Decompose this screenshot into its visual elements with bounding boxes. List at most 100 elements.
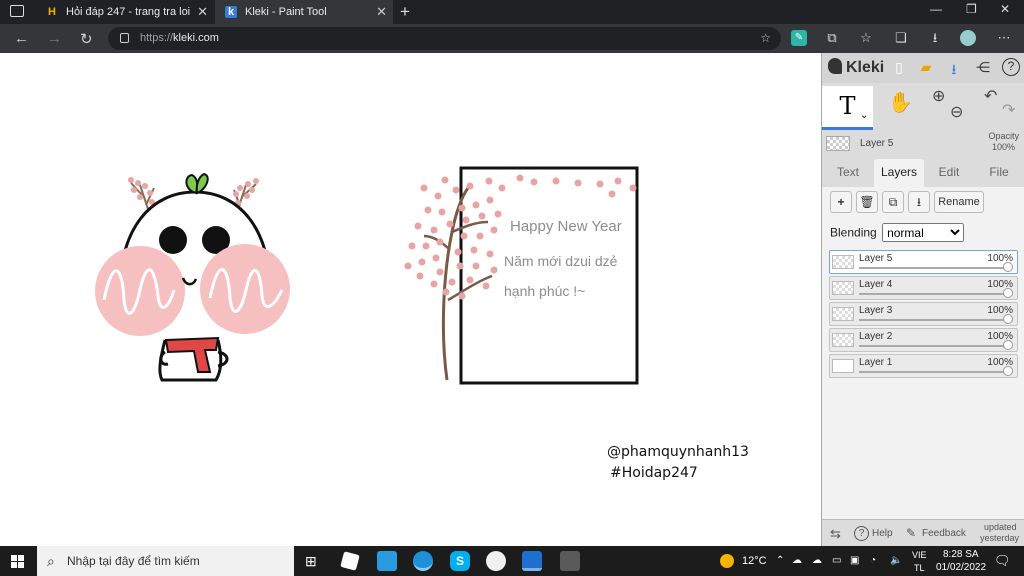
clock-date[interactable]: 01/02/2022 (936, 561, 986, 575)
minimize-icon[interactable]: — (930, 2, 942, 16)
layer-name: Layer 3 (859, 305, 893, 316)
opacity-value: 100% (991, 142, 1015, 152)
tab-layers[interactable]: Layers (874, 159, 924, 187)
language-line-2[interactable]: TL (914, 561, 925, 575)
start-windows-icon[interactable] (11, 555, 24, 568)
help-link[interactable]: Help (872, 528, 893, 539)
tab-hoidap[interactable]: H Hỏi đáp 247 - trang tra loi ✕ (36, 0, 214, 24)
slider-knob[interactable] (1003, 340, 1013, 350)
tab-kleki[interactable]: k Kleki - Paint Tool ✕ (215, 0, 393, 24)
layer-opacity-slider[interactable] (859, 319, 1009, 321)
tab-edit[interactable]: Edit (926, 159, 972, 187)
temperature[interactable]: 12°C (742, 546, 767, 576)
open-folder-icon[interactable]: ▰ (917, 59, 935, 76)
layer-opacity-slider[interactable] (859, 293, 1009, 295)
store-app-icon[interactable] (377, 551, 397, 571)
undo-icon[interactable]: ↶ (984, 86, 997, 106)
tab-text[interactable]: Text (826, 159, 870, 187)
zoom-in-icon[interactable]: ⊕ (932, 86, 945, 106)
skype-app-icon[interactable]: S (450, 551, 470, 571)
layer-item[interactable]: Layer 1 100% (829, 354, 1018, 378)
close-tab-icon[interactable]: ✕ (197, 4, 208, 20)
url-protocol: https:// (140, 32, 174, 44)
layer-item[interactable]: Layer 2 100% (829, 328, 1018, 352)
share-icon[interactable]: ⋲ (974, 59, 992, 76)
new-image-icon[interactable]: ▯ (890, 59, 908, 76)
close-window-icon[interactable]: ✕ (1000, 2, 1010, 16)
duplicate-layer-icon[interactable]: ⧉ (882, 191, 904, 213)
wifi-icon[interactable]: ◔ (870, 546, 876, 576)
calculator-app-icon[interactable] (560, 551, 580, 571)
layer-thumbnail (832, 255, 854, 269)
layer-opacity-slider[interactable] (859, 345, 1009, 347)
swap-arrows-icon[interactable]: ⇆ (830, 526, 841, 542)
notifications-icon[interactable]: 🗨 (994, 546, 1011, 576)
merge-layer-icon[interactable]: ⭳ (908, 191, 930, 213)
rename-button[interactable]: Rename (934, 191, 984, 213)
extension-icon[interactable]: ✎ (791, 30, 807, 46)
profile-avatar-icon[interactable] (960, 30, 976, 46)
tab-actions-icon[interactable] (10, 5, 24, 17)
add-layer-button[interactable]: + (830, 191, 852, 213)
paint-app-icon[interactable] (486, 551, 506, 571)
forward-icon[interactable]: → (47, 30, 62, 47)
battery-icon[interactable]: ▭ (832, 546, 841, 576)
layer-list: Layer 5 100% Layer 4 100% Layer 3 100% L… (829, 250, 1018, 380)
tab-title: Hỏi đáp 247 - trang tra loi (66, 6, 191, 18)
restore-icon[interactable]: ❐ (966, 2, 977, 16)
language-line-1[interactable]: VIE (912, 548, 927, 562)
layer-opacity-slider[interactable] (859, 371, 1009, 373)
edge-browser-icon[interactable] (413, 551, 433, 571)
feedback-icon[interactable]: ✎ (906, 526, 916, 540)
delete-layer-icon[interactable]: 🗑 (856, 191, 878, 213)
volume-icon[interactable]: 🔈 (890, 546, 902, 576)
add-favorite-icon[interactable]: ☆ (760, 27, 771, 50)
more-icon[interactable]: ⋯ (996, 30, 1012, 46)
close-tab-icon[interactable]: ✕ (376, 4, 387, 20)
zoom-out-icon[interactable]: ⊖ (950, 102, 963, 122)
drawing-canvas[interactable]: Happy New Year Năm mới dzui dzẻ hạnh phú… (0, 53, 821, 546)
mail-app-icon[interactable] (522, 551, 542, 571)
cloud-sync-icon[interactable]: ☁ (812, 546, 822, 576)
layer-item[interactable]: Layer 5 100% (829, 250, 1018, 274)
puzzle-icon[interactable]: ⧉ (824, 30, 840, 46)
layer-item[interactable]: Layer 4 100% (829, 276, 1018, 300)
cloud-icon[interactable]: ☁ (792, 546, 802, 576)
text-tool-icon[interactable]: T ⌄ (822, 86, 873, 130)
back-icon[interactable]: ← (14, 30, 29, 47)
kleki-logo[interactable]: Kleki (828, 58, 884, 77)
panel-footer: ⇆ ? Help ✎ Feedback updated yesterday (822, 519, 1024, 546)
greeting-line-3: hạnh phúc !~ (504, 283, 585, 299)
layer-item[interactable]: Layer 3 100% (829, 302, 1018, 326)
help-icon[interactable]: ? (1002, 58, 1020, 76)
left-eye (159, 226, 187, 254)
tab-file[interactable]: File (976, 159, 1022, 187)
app-name: Kleki (846, 59, 885, 76)
slider-knob[interactable] (1003, 366, 1013, 376)
favorites-icon[interactable]: ☆ (858, 30, 874, 46)
layer-opacity-slider[interactable] (859, 267, 1009, 269)
slider-knob[interactable] (1003, 262, 1013, 272)
tray-app-icon[interactable]: ▣ (850, 546, 859, 576)
redo-icon[interactable]: ↷ (1002, 100, 1015, 120)
slider-knob[interactable] (1003, 288, 1013, 298)
taskbar-search-input[interactable]: ⌕ Nhập tại đây để tìm kiếm (37, 546, 294, 576)
help-circle-icon[interactable]: ? (854, 526, 869, 541)
download-icon[interactable]: ⭳ (927, 30, 943, 46)
roblox-app-icon[interactable] (340, 551, 360, 571)
save-download-icon[interactable]: ⭳ (945, 59, 963, 83)
tab-title: Kleki - Paint Tool (245, 6, 327, 18)
task-view-icon[interactable]: ⊞ (305, 553, 317, 570)
blending-select[interactable]: normal (882, 223, 965, 242)
feedback-link[interactable]: Feedback (922, 528, 966, 539)
kleki-side-panel: Kleki ▯ ▰ ⭳ ⋲ ? T ⌄ ✋ ⊕ ⊖ ↶ ↷ Layer 5 Opa… (821, 53, 1024, 546)
hand-tool-icon[interactable]: ✋ (888, 90, 913, 115)
slider-knob[interactable] (1003, 314, 1013, 324)
new-tab-button[interactable]: + (400, 2, 410, 22)
clock-time[interactable]: 8:28 SA (943, 548, 979, 562)
refresh-icon[interactable]: ↻ (80, 30, 93, 48)
url-field[interactable]: https://kleki.com ☆ (108, 27, 781, 50)
tray-chevron-icon[interactable]: ⌃ (776, 546, 784, 576)
canvas-artwork: Happy New Year Năm mới dzui dzẻ hạnh phú… (95, 166, 639, 385)
collections-icon[interactable]: ❏ (893, 30, 909, 46)
